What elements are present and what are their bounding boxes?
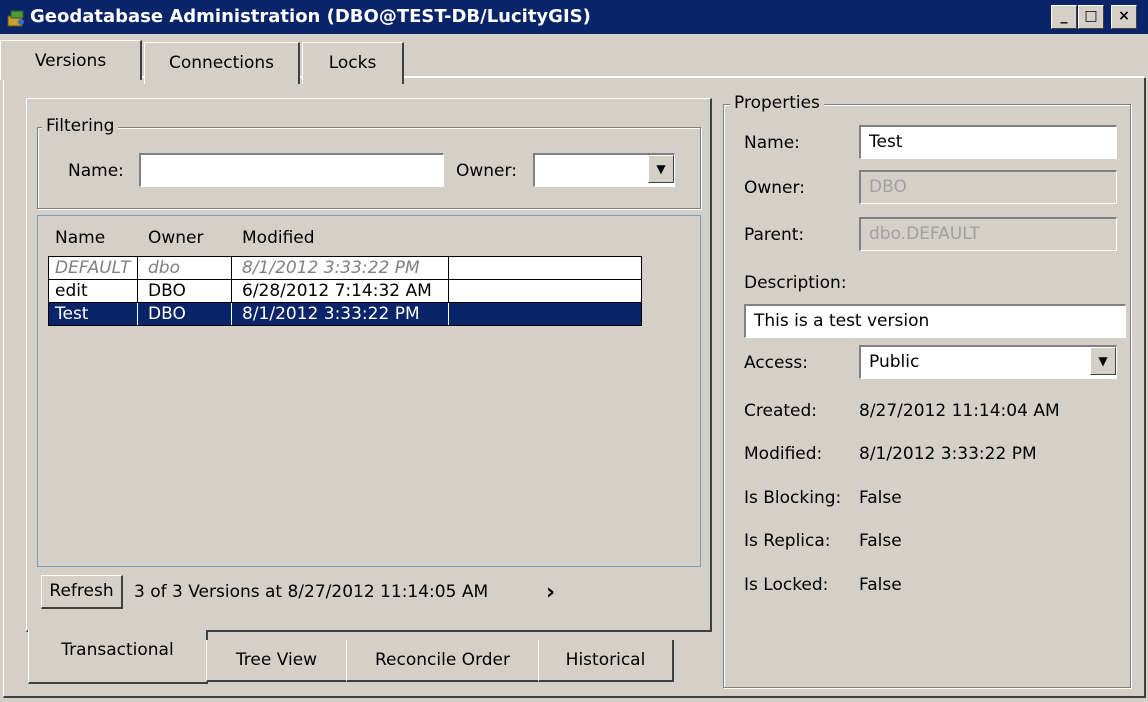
- prop-modified-value: 8/1/2012 3:33:22 PM: [859, 444, 1037, 464]
- chevron-down-icon[interactable]: ▼: [1090, 347, 1116, 375]
- filter-name-label: Name:: [68, 161, 124, 181]
- cell-divider: [231, 303, 232, 325]
- prop-created-value: 8/27/2012 11:14:04 AM: [859, 401, 1060, 421]
- maximize-button[interactable]: □: [1078, 5, 1104, 29]
- version-row-default[interactable]: DEFAULT dbo 8/1/2012 3:33:22 PM: [48, 256, 642, 280]
- row-name: edit: [55, 281, 88, 301]
- prop-parent-value: dbo.DEFAULT: [869, 224, 980, 244]
- tab-versions[interactable]: Versions: [0, 40, 142, 80]
- chevron-right-icon[interactable]: ›: [546, 580, 555, 605]
- versions-list[interactable]: Name Owner Modified DEFAULT dbo 8/1/2012…: [37, 215, 701, 567]
- prop-description-label: Description:: [744, 273, 847, 293]
- cell-divider: [448, 257, 449, 279]
- row-owner: DBO: [148, 304, 186, 324]
- column-header-name[interactable]: Name: [55, 228, 105, 248]
- tab-historical[interactable]: Historical: [538, 640, 674, 682]
- row-owner: DBO: [148, 281, 186, 301]
- versions-status-text: 3 of 3 Versions at 8/27/2012 11:14:05 AM: [134, 582, 489, 602]
- prop-locked-label: Is Locked:: [744, 575, 829, 595]
- filter-name-input[interactable]: [139, 153, 444, 187]
- prop-name-label: Name:: [744, 133, 800, 153]
- prop-access-value: Public: [869, 352, 920, 372]
- tab-reconcile-order[interactable]: Reconcile Order: [346, 640, 540, 682]
- cell-divider: [137, 280, 138, 302]
- row-modified: 8/1/2012 3:33:22 PM: [242, 258, 420, 278]
- cell-divider: [231, 257, 232, 279]
- prop-owner-label: Owner:: [744, 178, 805, 198]
- prop-access-label: Access:: [744, 353, 808, 373]
- prop-owner-value: DBO: [869, 177, 907, 197]
- column-header-modified[interactable]: Modified: [242, 228, 315, 248]
- version-row-test[interactable]: Test DBO 8/1/2012 3:33:22 PM: [48, 302, 642, 326]
- filter-owner-label: Owner:: [456, 161, 517, 181]
- window-title: Geodatabase Administration (DBO@TEST-DB/…: [30, 6, 591, 27]
- prop-modified-label: Modified:: [744, 444, 823, 464]
- prop-name-value: Test: [869, 132, 903, 152]
- row-name: Test: [55, 304, 89, 324]
- tab-transactional[interactable]: Transactional: [28, 630, 208, 684]
- close-button[interactable]: ×: [1111, 5, 1137, 29]
- prop-owner-field: DBO: [859, 170, 1117, 204]
- row-name: DEFAULT: [55, 258, 131, 278]
- geodatabase-app-icon: [7, 10, 24, 27]
- title-bar[interactable]: Geodatabase Administration (DBO@TEST-DB/…: [0, 0, 1148, 34]
- version-row-edit[interactable]: edit DBO 6/28/2012 7:14:32 AM: [48, 279, 642, 303]
- cell-divider: [448, 280, 449, 302]
- filter-owner-dropdown[interactable]: ▼: [533, 153, 675, 187]
- properties-legend: Properties: [730, 93, 824, 113]
- minimize-button[interactable]: _: [1051, 5, 1077, 29]
- prop-replica-label: Is Replica:: [744, 531, 831, 551]
- tab-tree-view[interactable]: Tree View: [206, 640, 348, 682]
- prop-name-input[interactable]: Test: [859, 125, 1117, 159]
- refresh-button[interactable]: Refresh: [41, 575, 123, 609]
- prop-parent-field: dbo.DEFAULT: [859, 217, 1117, 251]
- cell-divider: [448, 303, 449, 325]
- column-header-owner[interactable]: Owner: [148, 228, 204, 248]
- prop-replica-value: False: [859, 531, 902, 551]
- row-owner: dbo: [148, 258, 180, 278]
- row-modified: 8/1/2012 3:33:22 PM: [242, 304, 420, 324]
- prop-locked-value: False: [859, 575, 902, 595]
- prop-description-value: This is a test version: [754, 311, 930, 331]
- prop-created-label: Created:: [744, 401, 818, 421]
- cell-divider: [231, 280, 232, 302]
- chevron-down-icon[interactable]: ▼: [648, 155, 674, 183]
- cell-divider: [137, 303, 138, 325]
- filtering-legend: Filtering: [42, 116, 119, 136]
- cell-divider: [137, 257, 138, 279]
- row-modified: 6/28/2012 7:14:32 AM: [242, 281, 432, 301]
- prop-blocking-value: False: [859, 488, 902, 508]
- prop-description-input[interactable]: This is a test version: [744, 304, 1126, 338]
- prop-blocking-label: Is Blocking:: [744, 488, 842, 508]
- prop-parent-label: Parent:: [744, 225, 805, 245]
- prop-access-dropdown[interactable]: Public ▼: [859, 345, 1117, 379]
